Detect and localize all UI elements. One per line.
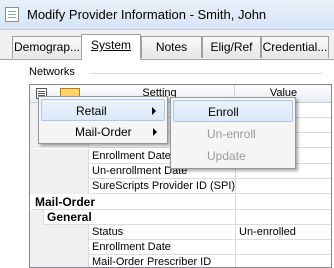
table-row[interactable]: SureScripts Provider ID (SPI) bbox=[30, 179, 331, 194]
value-cell: Un-enrolled bbox=[235, 225, 331, 240]
tab-bar: Demograp... System Notes Elig/Ref Creden… bbox=[0, 30, 334, 60]
tab-system[interactable]: System bbox=[81, 34, 141, 60]
setting-cell: Status bbox=[88, 225, 235, 240]
row-indent bbox=[30, 149, 88, 164]
submenu-item-update: Update bbox=[173, 145, 293, 167]
submenu-item-label: Enroll bbox=[208, 105, 239, 119]
tab-notes[interactable]: Notes bbox=[141, 36, 202, 58]
networks-group-divider bbox=[90, 73, 322, 74]
menu-item-retail[interactable]: Retail bbox=[41, 99, 165, 121]
category-label: Mail-Order bbox=[32, 195, 235, 210]
tab-elig-ref[interactable]: Elig/Ref bbox=[202, 36, 261, 58]
document-icon bbox=[5, 7, 19, 22]
networks-group-label: Networks bbox=[29, 66, 75, 78]
row-indent bbox=[30, 225, 88, 240]
value-cell bbox=[235, 195, 331, 210]
row-indent bbox=[30, 255, 88, 267]
context-menu: Retail Mail-Order bbox=[38, 96, 168, 144]
setting-cell: Mail-Order Prescriber ID bbox=[88, 255, 235, 267]
submenu-item-un-enroll: Un-enroll bbox=[173, 123, 293, 145]
category-row-mail-order[interactable]: Mail-Order bbox=[30, 195, 331, 210]
table-row[interactable]: Status Un-enrolled bbox=[30, 225, 331, 240]
tab-credentials[interactable]: Credential... bbox=[261, 36, 329, 58]
tab-system-label: System bbox=[90, 38, 131, 52]
menu-item-label: Retail bbox=[76, 104, 107, 118]
title-bar: Modify Provider Information - Smith, Joh… bbox=[0, 0, 334, 30]
subcategory-label: General bbox=[43, 210, 235, 225]
chevron-right-icon bbox=[152, 107, 156, 115]
subcategory-row-general[interactable]: General bbox=[30, 210, 331, 225]
table-row[interactable]: Mail-Order Prescriber ID bbox=[30, 255, 331, 267]
row-indent bbox=[30, 240, 88, 255]
value-cell bbox=[235, 240, 331, 255]
submenu-item-label: Update bbox=[207, 149, 246, 163]
window-title: Modify Provider Information - Smith, Joh… bbox=[27, 7, 267, 22]
submenu: Enroll Un-enroll Update bbox=[170, 97, 296, 169]
submenu-item-label: Un-enroll bbox=[207, 127, 256, 141]
table-row[interactable]: Enrollment Date bbox=[30, 240, 331, 255]
menu-item-mail-order[interactable]: Mail-Order bbox=[41, 121, 165, 143]
submenu-item-enroll[interactable]: Enroll bbox=[173, 100, 293, 122]
row-indent bbox=[30, 164, 88, 179]
value-cell bbox=[235, 210, 331, 225]
value-cell bbox=[235, 255, 331, 267]
setting-cell: SureScripts Provider ID (SPI) bbox=[88, 179, 235, 194]
setting-cell: Enrollment Date bbox=[88, 240, 235, 255]
row-indent bbox=[30, 210, 43, 225]
row-indent bbox=[30, 179, 88, 194]
chevron-right-icon bbox=[153, 128, 157, 136]
menu-item-label: Mail-Order bbox=[75, 125, 132, 139]
tab-demographics[interactable]: Demograp... bbox=[12, 36, 82, 58]
value-cell bbox=[235, 179, 331, 194]
